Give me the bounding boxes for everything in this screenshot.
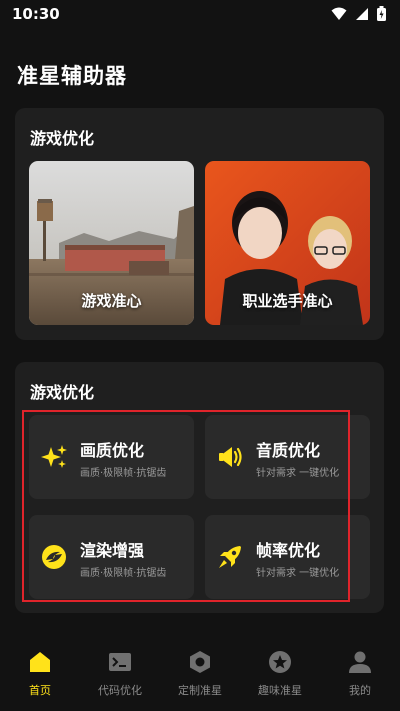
star-badge-icon (269, 651, 291, 673)
status-icons (331, 6, 386, 21)
status-bar: 10:30 (0, 0, 400, 28)
terminal-icon (109, 653, 131, 671)
signal-icon (356, 7, 368, 20)
wifi-icon (331, 7, 347, 20)
section-title: 游戏优化 (30, 129, 95, 148)
hexagon-icon (190, 651, 210, 673)
bottom-nav: 首页 代码优化 定制准星 趣味准星 我的 (0, 640, 400, 711)
nav-home[interactable]: 首页 (0, 650, 80, 698)
nav-code-optimize[interactable]: 代码优化 (80, 650, 160, 698)
nav-label: 定制准星 (178, 684, 222, 697)
pro-crosshair-card[interactable]: 职业选手准心 (205, 161, 370, 325)
user-icon (349, 651, 371, 673)
battery-icon (377, 6, 386, 21)
nav-label: 我的 (349, 684, 371, 697)
status-time: 10:30 (12, 5, 60, 23)
card-label: 职业选手准心 (242, 292, 333, 310)
section-title: 游戏优化 (30, 383, 95, 402)
nav-custom-crosshair[interactable]: 定制准星 (160, 650, 240, 698)
highlight-box (22, 410, 350, 602)
crosshair-section: 游戏优化 游戏准心 职业选手准心 (15, 108, 384, 340)
card-label: 游戏准心 (81, 292, 142, 310)
nav-profile[interactable]: 我的 (320, 650, 400, 698)
app-title: 准星辅助器 (17, 64, 127, 88)
game-crosshair-card[interactable]: 游戏准心 (29, 161, 194, 325)
home-icon (30, 652, 50, 672)
nav-label: 首页 (29, 684, 51, 697)
nav-label: 趣味准星 (258, 684, 302, 697)
nav-fun-crosshair[interactable]: 趣味准星 (240, 650, 320, 698)
nav-label: 代码优化 (98, 684, 142, 697)
